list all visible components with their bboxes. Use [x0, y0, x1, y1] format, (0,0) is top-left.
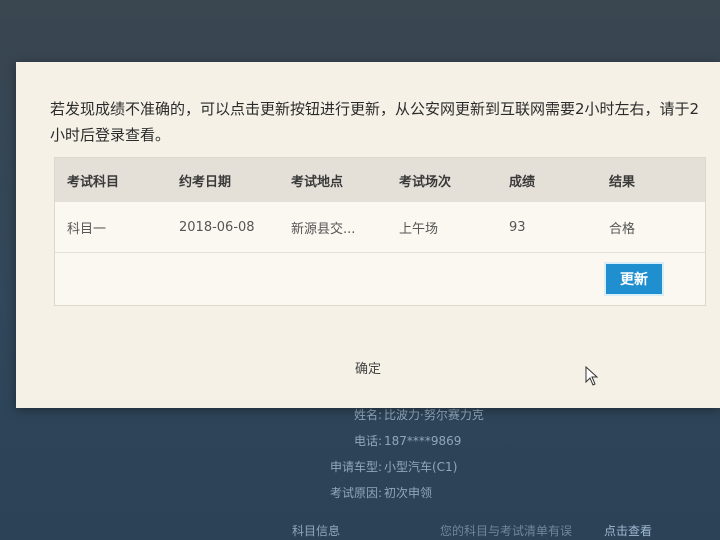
cell-subject: 科目一 [67, 221, 107, 237]
update-button[interactable]: 更新 [604, 262, 664, 296]
applicant-info: 姓名: 比波力·努尔赛力克 电话: 187****9869 申请车型: 小型汽车… [290, 402, 484, 506]
info-label: 考试原因: [329, 486, 382, 500]
view-link[interactable]: 点击查看 [604, 522, 652, 539]
header-session: 考试场次 [399, 174, 452, 190]
info-value: 初次申领 [384, 486, 433, 500]
header-date: 约考日期 [179, 174, 232, 190]
header-score: 成绩 [509, 174, 536, 190]
header-result: 结果 [609, 174, 636, 190]
header-subject: 考试科目 [67, 174, 120, 190]
info-value: 小型汽车(C1) [384, 460, 458, 474]
table-row: 科目一 2018-06-08 新源县交... 上午场 93 合格 [55, 202, 705, 253]
info-row-phone: 电话: 187****9869 [290, 428, 484, 454]
cell-date: 2018-06-08 [179, 219, 255, 235]
info-row-vehicle: 申请车型: 小型汽车(C1) [290, 454, 484, 480]
cell-session: 上午场 [399, 221, 439, 237]
cell-score: 93 [509, 219, 526, 235]
table-header: 考试科目 约考日期 考试地点 考试场次 成绩 结果 [55, 158, 705, 202]
subject-info-title: 科目信息 [292, 524, 341, 538]
update-notice: 若发现成绩不准确的，可以点击更新按钮进行更新，从公安网更新到互联网需要2小时左右… [50, 100, 700, 144]
header-location: 考试地点 [291, 174, 344, 190]
info-label: 电话: [353, 434, 382, 448]
info-value: 187****9869 [384, 434, 462, 448]
confirm-button[interactable]: 确定 [16, 358, 720, 377]
subject-error-text: 您的科目与考试清单有误 [440, 524, 573, 538]
info-row-reason: 考试原因: 初次申领 [290, 480, 484, 506]
info-label: 申请车型: [329, 460, 382, 474]
mouse-cursor-icon [585, 366, 599, 386]
score-dialog: 若发现成绩不准确的，可以点击更新按钮进行更新，从公安网更新到互联网需要2小时左右… [16, 62, 720, 408]
cell-location: 新源县交... [291, 221, 356, 237]
cell-result: 合格 [609, 221, 636, 237]
